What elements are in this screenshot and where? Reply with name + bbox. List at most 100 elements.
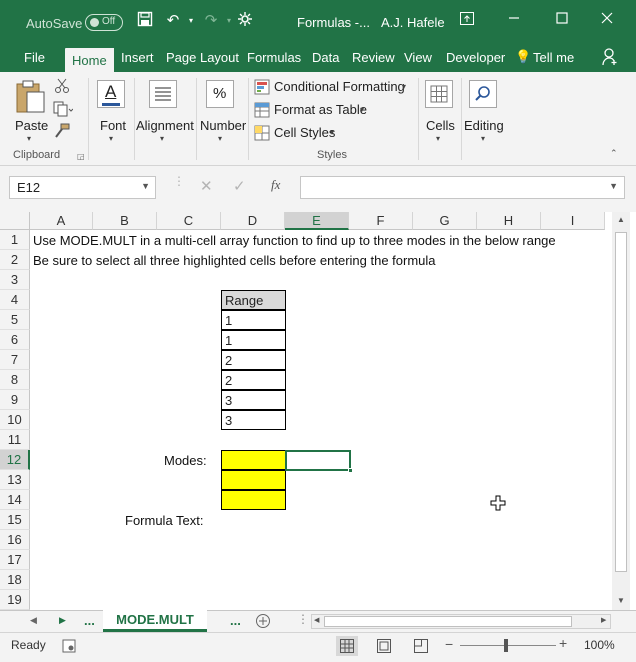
row-header-18[interactable]: 18 [0, 570, 30, 590]
column-header-c[interactable]: C [157, 212, 221, 230]
formula-input[interactable]: ▼ [300, 176, 625, 199]
fill-handle[interactable] [348, 468, 353, 473]
zoom-level[interactable]: 100% [584, 638, 615, 652]
row-header-17[interactable]: 17 [0, 550, 30, 570]
tab-splitter-icon[interactable]: ⋮ [297, 612, 309, 626]
row-header-13[interactable]: 13 [0, 470, 30, 490]
row-header-3[interactable]: 3 [0, 270, 30, 290]
tab-review[interactable]: Review [352, 49, 395, 72]
cell-styles-button[interactable]: Cell Styles ▾ [254, 124, 344, 144]
row-header-10[interactable]: 10 [0, 410, 30, 430]
mode-result-cell[interactable] [221, 450, 286, 470]
row-header-7[interactable]: 7 [0, 350, 30, 370]
column-header-i[interactable]: I [541, 212, 605, 230]
close-icon[interactable] [598, 11, 616, 31]
tab-tell-me[interactable]: Tell me [533, 49, 574, 72]
row-header-8[interactable]: 8 [0, 370, 30, 390]
more-sheets-left[interactable]: ... [84, 613, 95, 628]
maximize-icon[interactable] [553, 11, 571, 31]
zoom-in-icon[interactable]: + [559, 635, 567, 651]
customize-qat-icon[interactable] [236, 11, 254, 31]
active-cell-e12[interactable] [285, 450, 353, 473]
range-cell[interactable]: 3 [221, 390, 286, 410]
cell-a1[interactable]: Use MODE.MULT in a multi-cell array func… [33, 231, 556, 251]
row-header-15[interactable]: 15 [0, 510, 30, 530]
undo-icon[interactable]: ↶ [164, 11, 182, 31]
normal-view-icon[interactable] [336, 636, 358, 656]
format-painter-icon[interactable] [54, 123, 70, 142]
zoom-slider[interactable] [460, 639, 556, 652]
scroll-left-icon[interactable]: ◀ [314, 616, 319, 624]
tab-insert[interactable]: Insert [121, 49, 154, 72]
mode-result-cell[interactable] [221, 490, 286, 510]
copy-icon[interactable] [53, 101, 74, 120]
column-header-f[interactable]: F [349, 212, 413, 230]
more-sheets-right[interactable]: ... [230, 613, 241, 628]
scroll-down-icon[interactable]: ▼ [617, 596, 625, 605]
range-cell[interactable]: 1 [221, 330, 286, 350]
minimize-icon[interactable] [505, 11, 523, 31]
autosave-toggle[interactable]: Off [85, 14, 123, 31]
sheet-tab-mode-mult[interactable]: MODE.MULT [103, 610, 207, 632]
modes-label[interactable]: Modes: [164, 451, 207, 471]
next-sheet-icon[interactable]: ▶ [59, 615, 66, 626]
column-header-b[interactable]: B [93, 212, 157, 230]
zoom-slider-thumb[interactable] [504, 639, 508, 652]
range-cell[interactable]: 3 [221, 410, 286, 430]
row-header-5[interactable]: 5 [0, 310, 30, 330]
row-header-1[interactable]: 1 [0, 230, 30, 250]
editing-button[interactable]: Editing ▾ [463, 78, 507, 148]
conditional-formatting-button[interactable]: Conditional Formatting ▾ [254, 78, 414, 98]
clipboard-launcher-icon[interactable]: ◲ [77, 152, 85, 161]
row-header-4[interactable]: 4 [0, 290, 30, 310]
cut-icon[interactable] [54, 78, 70, 97]
font-button[interactable]: A Font ▾ [94, 78, 132, 148]
save-icon[interactable] [136, 11, 154, 31]
column-header-g[interactable]: G [413, 212, 477, 230]
paste-button[interactable]: Paste ▾ [10, 78, 50, 143]
tab-view[interactable]: View [404, 49, 432, 72]
collapse-ribbon-icon[interactable]: ⌃ [610, 148, 618, 159]
page-break-view-icon[interactable] [414, 639, 428, 656]
row-header-16[interactable]: 16 [0, 530, 30, 550]
column-header-e[interactable]: E [285, 212, 349, 230]
row-header-12[interactable]: 12 [0, 450, 30, 470]
horizontal-scroll-thumb[interactable] [324, 616, 572, 627]
tab-developer[interactable]: Developer [446, 49, 505, 72]
user-name[interactable]: A.J. Hafele [381, 15, 445, 30]
row-header-19[interactable]: 19 [0, 590, 30, 610]
row-header-6[interactable]: 6 [0, 330, 30, 350]
name-box[interactable]: E12 ▼ [9, 176, 156, 199]
range-cell[interactable]: 2 [221, 350, 286, 370]
horizontal-scrollbar[interactable]: ◀ ▶ [311, 614, 611, 629]
column-header-d[interactable]: D [221, 212, 285, 230]
tab-formulas[interactable]: Formulas [247, 49, 301, 72]
tab-page-layout[interactable]: Page Layout [166, 49, 239, 72]
select-all-corner[interactable] [0, 212, 30, 230]
tab-home[interactable]: Home [65, 48, 114, 72]
expand-formula-icon[interactable]: ▼ [609, 181, 618, 191]
row-header-2[interactable]: 2 [0, 250, 30, 270]
mode-result-cell[interactable] [221, 470, 286, 490]
alignment-button[interactable]: Alignment ▾ [136, 78, 194, 148]
name-box-dropdown-icon[interactable]: ▼ [141, 181, 150, 191]
vertical-scroll-thumb[interactable] [615, 232, 627, 572]
new-sheet-icon[interactable] [255, 613, 271, 632]
redo-icon[interactable]: ↷ [202, 11, 220, 31]
vertical-scrollbar[interactable]: ▲ ▼ [612, 212, 630, 610]
range-header-cell[interactable]: Range [221, 290, 286, 310]
macro-recording-icon[interactable] [62, 639, 76, 656]
enter-icon[interactable]: ✓ [233, 177, 246, 195]
tab-file[interactable]: File [24, 49, 45, 72]
page-layout-view-icon[interactable] [377, 639, 391, 656]
prev-sheet-icon[interactable]: ◀ [30, 615, 37, 626]
row-header-9[interactable]: 9 [0, 390, 30, 410]
formula-text-label[interactable]: Formula Text: [125, 511, 204, 531]
column-header-h[interactable]: H [477, 212, 541, 230]
tab-data[interactable]: Data [312, 49, 339, 72]
insert-function-icon[interactable]: fx [271, 177, 280, 193]
range-cell[interactable]: 1 [221, 310, 286, 330]
scroll-up-icon[interactable]: ▲ [617, 215, 625, 224]
number-button[interactable]: % Number ▾ [198, 78, 246, 148]
scroll-right-icon[interactable]: ▶ [601, 616, 606, 624]
